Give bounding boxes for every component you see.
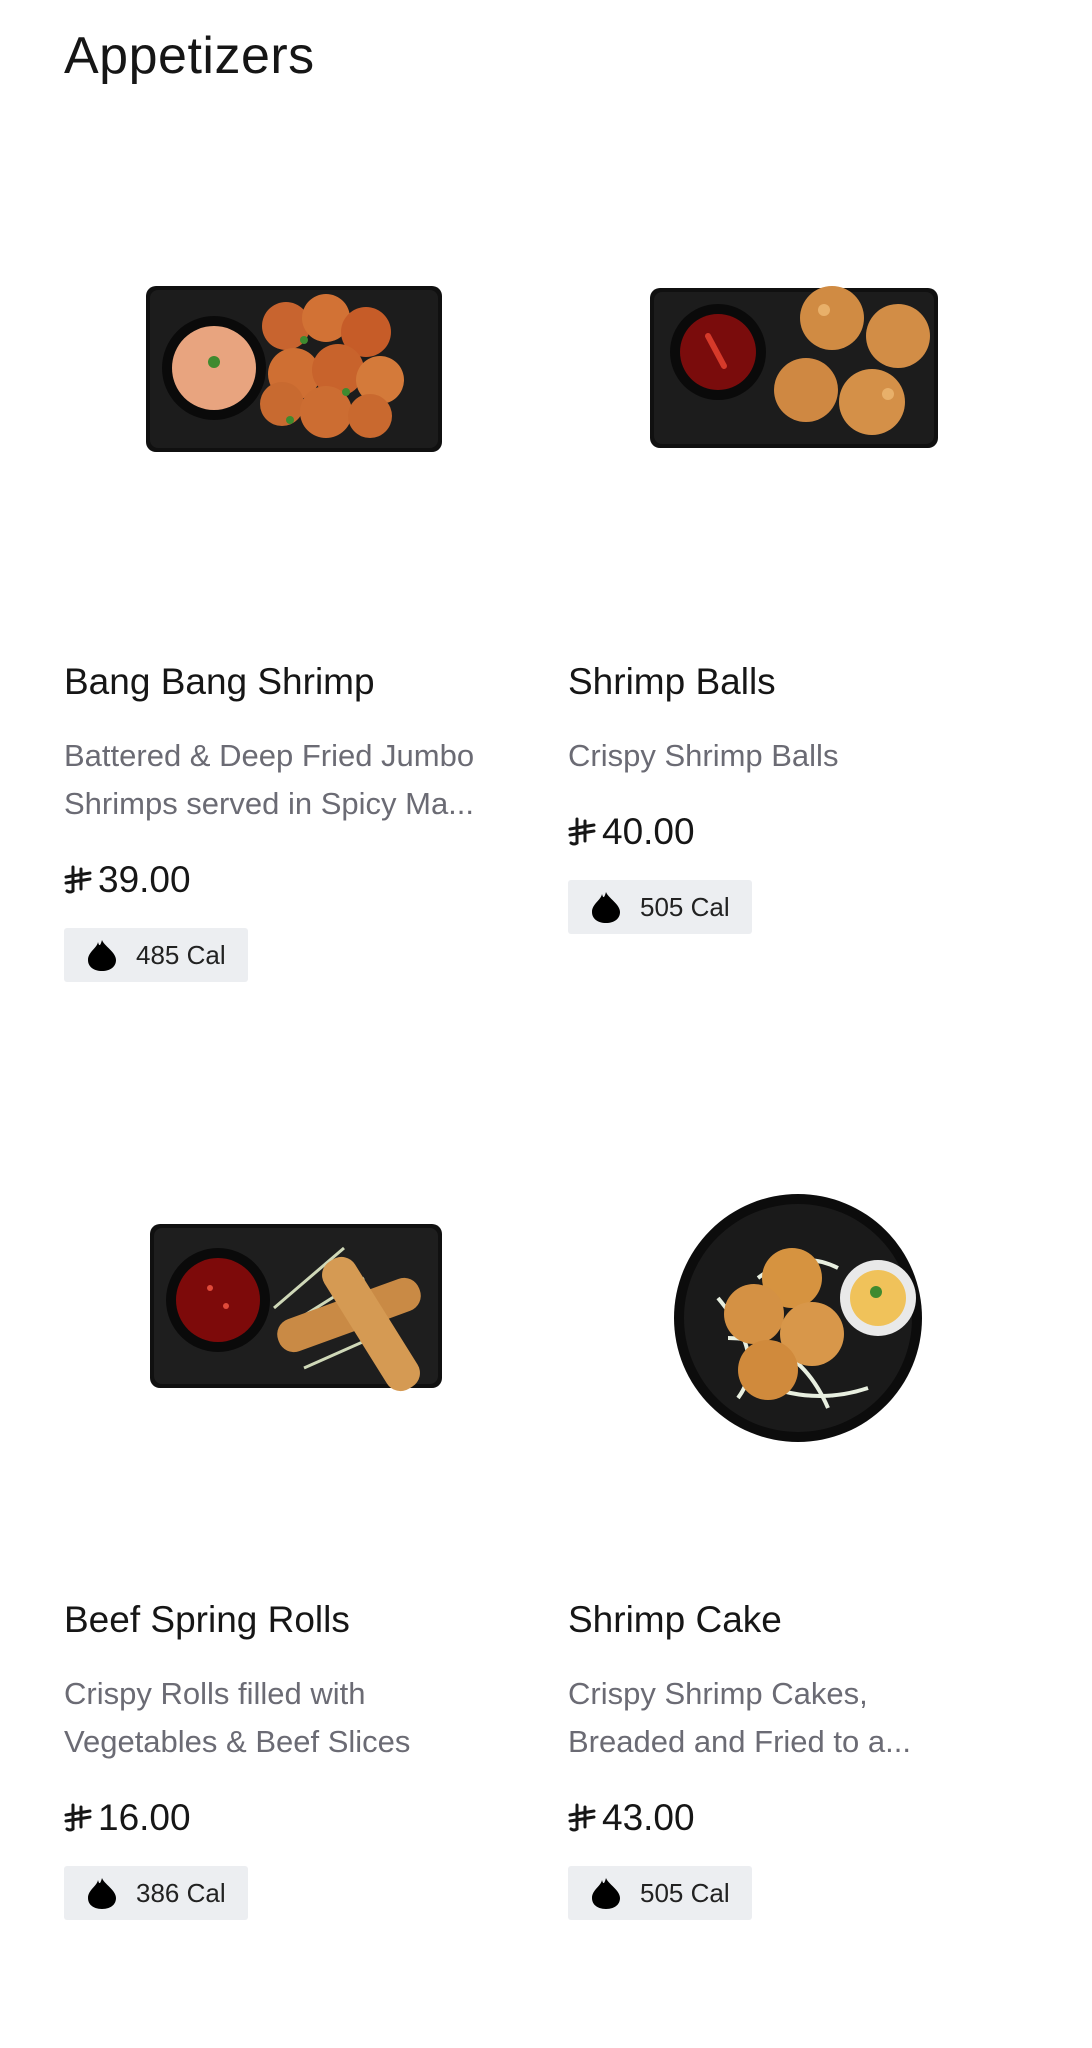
item-name: Shrimp Cake	[568, 1599, 782, 1640]
item-description: Battered & Deep Fried Jumbo Shrimps serv…	[64, 738, 475, 821]
item-name: Bang Bang Shrimp	[64, 661, 375, 702]
menu-page: Appetizers Bang Bang Shrimp Battered & D…	[0, 0, 1092, 2048]
flame-drop-icon	[88, 1878, 116, 1909]
item-image[interactable]	[64, 1078, 524, 1528]
item-price: 39.00	[64, 856, 524, 904]
calorie-badge: 505 Cal	[568, 1866, 752, 1920]
flame-drop-icon	[592, 1878, 620, 1909]
flame-drop-icon	[592, 892, 620, 923]
menu-item-card[interactable]: Shrimp Balls Crispy Shrimp Balls 40.00 5…	[568, 140, 1028, 934]
menu-item-card[interactable]: Bang Bang Shrimp Battered & Deep Fried J…	[64, 140, 524, 982]
item-image[interactable]	[64, 140, 524, 590]
flame-drop-icon	[88, 940, 116, 971]
calorie-badge: 386 Cal	[64, 1866, 248, 1920]
item-price: 40.00	[568, 808, 1028, 856]
item-name: Shrimp Balls	[568, 661, 776, 702]
calorie-badge: 485 Cal	[64, 928, 248, 982]
item-description: Crispy Shrimp Balls	[568, 738, 839, 773]
item-price: 43.00	[568, 1794, 1028, 1842]
riyal-icon	[64, 865, 92, 894]
riyal-icon	[64, 1803, 92, 1832]
item-image[interactable]	[568, 1078, 1028, 1528]
menu-item-card[interactable]: Beef Spring Rolls Crispy Rolls filled wi…	[64, 1078, 524, 1920]
riyal-icon	[568, 817, 596, 846]
item-description: Crispy Rolls filled with Vegetables & Be…	[64, 1676, 411, 1759]
item-price: 16.00	[64, 1794, 524, 1842]
item-image[interactable]	[568, 140, 1028, 590]
item-name: Beef Spring Rolls	[64, 1599, 350, 1640]
menu-item-card[interactable]: Shrimp Cake Crispy Shrimp Cakes, Breaded…	[568, 1078, 1028, 1920]
riyal-icon	[568, 1803, 596, 1832]
item-description: Crispy Shrimp Cakes, Breaded and Fried t…	[568, 1676, 911, 1759]
calorie-badge: 505 Cal	[568, 880, 752, 934]
section-title: Appetizers	[64, 27, 315, 85]
